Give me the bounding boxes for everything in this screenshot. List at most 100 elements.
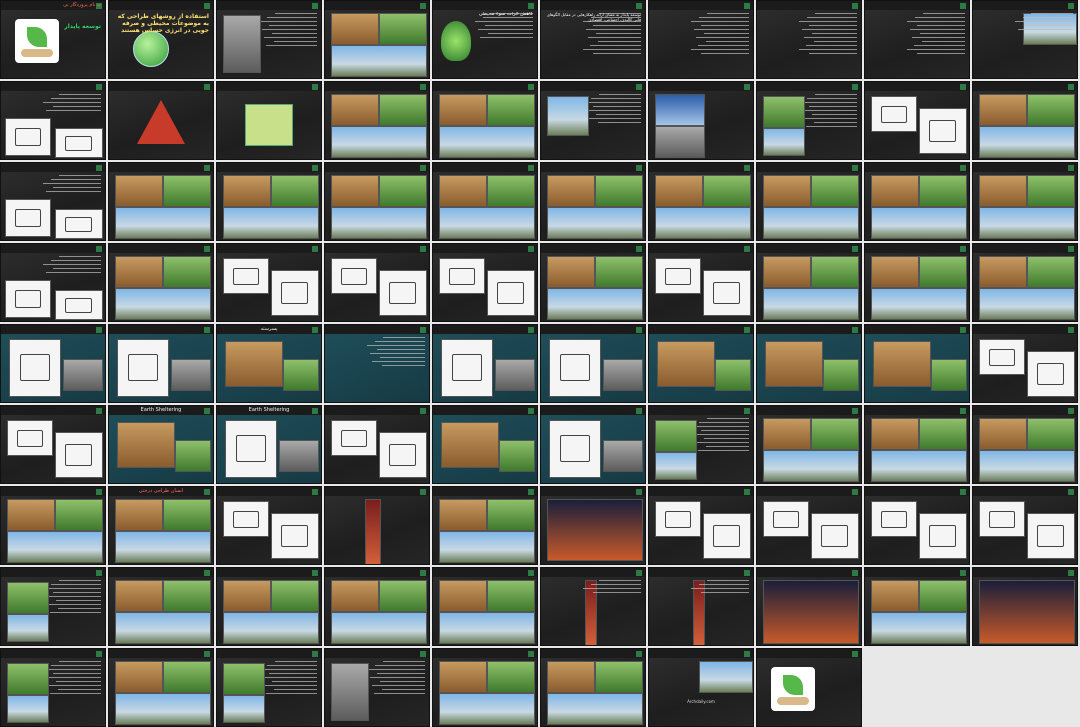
- slide-image: [163, 175, 211, 207]
- slide-thumbnail[interactable]: [756, 486, 862, 565]
- slide-thumbnail[interactable]: [756, 405, 862, 484]
- slide-thumbnail[interactable]: [108, 81, 214, 160]
- slide-thumbnail[interactable]: [972, 243, 1078, 322]
- slide-thumbnail[interactable]: [756, 0, 862, 79]
- slide-thumbnail[interactable]: [432, 567, 538, 646]
- slide-thumbnail[interactable]: [0, 81, 106, 160]
- slide-thumbnail[interactable]: [756, 162, 862, 241]
- slide-thumbnail[interactable]: [324, 0, 430, 79]
- slide-logo-icon: [1068, 246, 1074, 252]
- slide-thumbnail[interactable]: [648, 405, 754, 484]
- slide-image: [115, 612, 211, 644]
- slide-thumbnail[interactable]: [432, 243, 538, 322]
- slide-thumbnail[interactable]: [216, 81, 322, 160]
- slide-thumbnail[interactable]: [324, 81, 430, 160]
- slide-thumbnail[interactable]: [648, 486, 754, 565]
- slide-thumbnail[interactable]: [864, 405, 970, 484]
- slide-thumbnail[interactable]: [0, 162, 106, 241]
- slide-thumbnail[interactable]: [108, 567, 214, 646]
- slide-thumbnail[interactable]: [432, 486, 538, 565]
- slide-thumbnail[interactable]: [972, 567, 1078, 646]
- slide-thumbnail[interactable]: [216, 162, 322, 241]
- slide-thumbnail[interactable]: [108, 162, 214, 241]
- slide-header-bar: [325, 1, 429, 10]
- slide-thumbnail[interactable]: [324, 243, 430, 322]
- slide-thumbnail[interactable]: [324, 405, 430, 484]
- slide-thumbnail[interactable]: [972, 324, 1078, 403]
- slide-header-bar: [865, 325, 969, 334]
- slide-thumbnail[interactable]: انسان طراحی درختی: [108, 486, 214, 565]
- slide-thumbnail[interactable]: [540, 486, 646, 565]
- slide-thumbnail[interactable]: [648, 567, 754, 646]
- slide-thumbnail[interactable]: [216, 243, 322, 322]
- slide-thumbnail[interactable]: [972, 162, 1078, 241]
- slide-thumbnail[interactable]: [648, 243, 754, 322]
- slide-thumbnail[interactable]: [108, 243, 214, 322]
- slide-thumbnail[interactable]: استفاده از روشهای طراحی که به موضوعات مح…: [108, 0, 214, 79]
- slide-thumbnail[interactable]: [864, 243, 970, 322]
- slide-thumbnail[interactable]: [0, 324, 106, 403]
- slide-thumbnail[interactable]: [864, 324, 970, 403]
- slide-thumbnail[interactable]: [540, 162, 646, 241]
- slide-thumbnail[interactable]: [0, 567, 106, 646]
- slide-thumbnail[interactable]: [648, 324, 754, 403]
- slide-thumbnail[interactable]: [648, 81, 754, 160]
- slide-thumbnail[interactable]: [0, 405, 106, 484]
- slide-thumbnail[interactable]: [864, 0, 970, 79]
- slide-thumbnail[interactable]: به نام پروردگار بی توسعه پایدار: [0, 0, 106, 79]
- slide-thumbnail[interactable]: [864, 81, 970, 160]
- slide-thumbnail[interactable]: Earth Sheltering: [216, 405, 322, 484]
- slide-image: [655, 452, 697, 480]
- slide-thumbnail[interactable]: [432, 81, 538, 160]
- slide-thumbnail[interactable]: [864, 567, 970, 646]
- slide-thumbnail[interactable]: [324, 486, 430, 565]
- slide-image: [223, 695, 265, 723]
- slide-thumbnail[interactable]: [540, 81, 646, 160]
- slide-thumbnail[interactable]: [648, 0, 754, 79]
- slide-thumbnail[interactable]: [972, 0, 1078, 79]
- slide-thumbnail[interactable]: [648, 162, 754, 241]
- slide-thumbnail[interactable]: [432, 324, 538, 403]
- slide-thumbnail[interactable]: [540, 567, 646, 646]
- slide-thumbnail[interactable]: [756, 567, 862, 646]
- slide-thumbnail[interactable]: [756, 324, 862, 403]
- slide-thumbnail[interactable]: [216, 648, 322, 727]
- slide-image: [7, 663, 49, 695]
- slide-thumbnail[interactable]: [756, 648, 862, 727]
- slide-image: [487, 94, 535, 126]
- slide-thumbnail[interactable]: [0, 648, 106, 727]
- slide-thumbnail[interactable]: پسرسته: [216, 324, 322, 403]
- slide-thumbnail[interactable]: [432, 648, 538, 727]
- slide-thumbnail[interactable]: [540, 405, 646, 484]
- slide-thumbnail[interactable]: [864, 162, 970, 241]
- slide-thumbnail[interactable]: [756, 81, 862, 160]
- slide-thumbnail[interactable]: [864, 486, 970, 565]
- slide-thumbnail[interactable]: [324, 162, 430, 241]
- slide-thumbnail[interactable]: [108, 648, 214, 727]
- slide-thumbnail[interactable]: کاهش اثرات سوء محیطی: [432, 0, 538, 79]
- slide-thumbnail[interactable]: [324, 648, 430, 727]
- slide-image: [223, 15, 261, 73]
- slide-thumbnail[interactable]: [540, 243, 646, 322]
- slide-thumbnail[interactable]: [540, 324, 646, 403]
- slide-thumbnail[interactable]: Earth Sheltering: [108, 405, 214, 484]
- slide-thumbnail[interactable]: Archdaily.com: [648, 648, 754, 727]
- slide-thumbnail[interactable]: [972, 486, 1078, 565]
- slide-thumbnail[interactable]: [0, 486, 106, 565]
- slide-header-bar: [973, 163, 1077, 172]
- slide-thumbnail[interactable]: [432, 162, 538, 241]
- slide-thumbnail[interactable]: [216, 0, 322, 79]
- slide-thumbnail[interactable]: [216, 486, 322, 565]
- slide-thumbnail[interactable]: [324, 324, 430, 403]
- slide-thumbnail[interactable]: [756, 243, 862, 322]
- slide-thumbnail[interactable]: [972, 405, 1078, 484]
- slide-thumbnail[interactable]: [432, 405, 538, 484]
- slide-thumbnail[interactable]: [540, 648, 646, 727]
- slide-thumbnail[interactable]: [972, 81, 1078, 160]
- slide-thumbnail[interactable]: [324, 567, 430, 646]
- slide-thumbnail[interactable]: [0, 243, 106, 322]
- slide-thumbnail[interactable]: توسعه پایدار به معنای ارائه راهکارهایی د…: [540, 0, 646, 79]
- slide-thumbnail[interactable]: [108, 324, 214, 403]
- slide-thumbnail[interactable]: [216, 567, 322, 646]
- slide-image: [595, 256, 643, 288]
